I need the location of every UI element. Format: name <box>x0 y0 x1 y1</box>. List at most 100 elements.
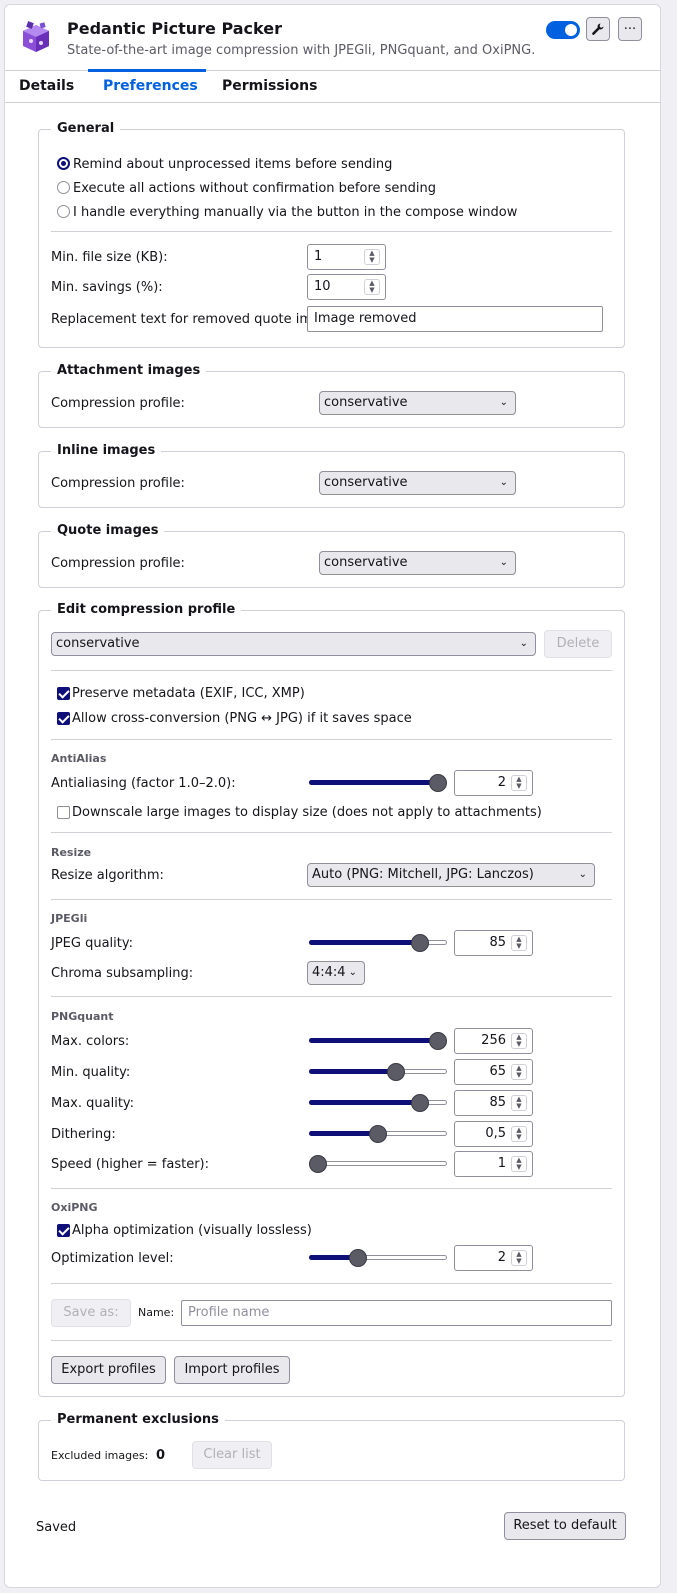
remind-radio[interactable] <box>57 157 70 170</box>
chevron-down-icon: ⌄ <box>519 638 528 649</box>
active-tab-indicator <box>88 69 206 72</box>
more-options-button[interactable]: ··· <box>618 17 642 41</box>
dithering-label: Dithering: <box>51 1127 116 1142</box>
remind-label[interactable]: Remind about unprocessed items before se… <box>73 157 392 172</box>
slider-fill <box>309 780 438 785</box>
manual-radio[interactable] <box>57 205 70 218</box>
max-colors-slider[interactable] <box>309 1030 447 1052</box>
preserve-metadata-checkbox[interactable] <box>57 687 70 700</box>
optimization-level-input[interactable]: 2 ▲ ▼ <box>454 1245 533 1271</box>
downscale-checkbox[interactable] <box>57 806 70 819</box>
tab-permissions[interactable]: Permissions <box>222 78 317 94</box>
spin-icon[interactable]: ▲ ▼ <box>511 1126 527 1142</box>
spin-icon[interactable]: ▲ ▼ <box>511 1095 527 1111</box>
execute-radio[interactable] <box>57 181 70 194</box>
replacement-text-input[interactable]: Image removed <box>307 306 603 332</box>
exclusions-fieldset: Permanent exclusions Excluded images: 0 … <box>38 1412 625 1481</box>
dithering-slider[interactable] <box>309 1123 447 1145</box>
tab-details[interactable]: Details <box>19 78 74 94</box>
attachment-profile-select[interactable]: conservative ⌄ <box>319 391 516 415</box>
antialias-input[interactable]: 2 ▲ ▼ <box>454 770 533 796</box>
export-profiles-button[interactable]: Export profiles <box>51 1356 166 1384</box>
slider-fill <box>309 1131 378 1136</box>
resize-algorithm-label: Resize algorithm: <box>51 868 164 883</box>
slider-thumb[interactable] <box>348 1249 367 1267</box>
downscale-label[interactable]: Downscale large images to display size (… <box>72 805 542 820</box>
tab-preferences[interactable]: Preferences <box>103 78 198 94</box>
execute-label[interactable]: Execute all actions without confirmation… <box>73 181 436 196</box>
slider-fill <box>309 1100 420 1105</box>
dithering-input[interactable]: 0,5 ▲ ▼ <box>454 1121 533 1147</box>
spin-icon[interactable]: ▲ ▼ <box>511 1064 527 1080</box>
divider <box>51 231 612 232</box>
slider-thumb[interactable] <box>369 1125 387 1143</box>
spin-icon[interactable]: ▲ ▼ <box>511 1250 527 1266</box>
antialias-slider[interactable] <box>309 772 447 794</box>
min-savings-input[interactable]: 10 ▲ ▼ <box>307 274 386 300</box>
save-as-button[interactable]: Save as: <box>51 1299 131 1327</box>
clear-list-button[interactable]: Clear list <box>192 1441 272 1469</box>
max-colors-input[interactable]: 256 ▲ ▼ <box>454 1028 533 1054</box>
min-savings-label: Min. savings (%): <box>51 280 163 295</box>
manual-label[interactable]: I handle everything manually via the but… <box>73 205 517 220</box>
min-file-size-label: Min. file size (KB): <box>51 250 168 265</box>
delete-profile-button[interactable]: Delete <box>544 630 612 658</box>
jpeg-quality-input[interactable]: 85 ▲ ▼ <box>454 930 533 956</box>
quote-profile-label: Compression profile: <box>51 556 185 571</box>
pngquant-heading: PNGquant <box>51 1010 114 1023</box>
chevron-down-icon: ⌄ <box>499 397 508 408</box>
slider-thumb[interactable] <box>411 934 429 952</box>
min-file-size-input[interactable]: 1 ▲ ▼ <box>307 244 386 270</box>
profile-name-input[interactable]: Profile name <box>181 1300 612 1326</box>
min-quality-input[interactable]: 65 ▲ ▼ <box>454 1059 533 1085</box>
min-quality-value: 65 <box>489 1064 506 1079</box>
spin-icon[interactable]: ▲ ▼ <box>364 249 380 265</box>
enable-toggle[interactable] <box>546 21 580 39</box>
import-profiles-button[interactable]: Import profiles <box>174 1356 290 1384</box>
cross-conversion-checkbox[interactable] <box>57 712 70 725</box>
spin-icon[interactable]: ▲ ▼ <box>511 1156 527 1172</box>
spin-icon[interactable]: ▲ ▼ <box>511 1033 527 1049</box>
max-quality-input[interactable]: 85 ▲ ▼ <box>454 1090 533 1116</box>
reset-to-default-button[interactable]: Reset to default <box>504 1512 626 1540</box>
antialias-label: Antialiasing (factor 1.0–2.0): <box>51 776 236 791</box>
edit-profile-select[interactable]: conservative ⌄ <box>51 632 536 656</box>
toggle-knob <box>565 24 577 36</box>
divider <box>51 1283 612 1284</box>
inline-fieldset: Inline images Compression profile: conse… <box>38 443 625 508</box>
slider-thumb[interactable] <box>309 1155 327 1173</box>
quote-profile-value: conservative <box>324 555 408 570</box>
slider-thumb[interactable] <box>411 1094 429 1112</box>
optimization-level-slider[interactable] <box>309 1247 447 1269</box>
spin-icon[interactable]: ▲ ▼ <box>511 935 527 951</box>
wrench-icon <box>592 23 604 35</box>
alpha-optimization-checkbox[interactable] <box>57 1224 70 1237</box>
jpeg-quality-label: JPEG quality: <box>51 936 133 951</box>
addon-title: Pedantic Picture Packer <box>67 19 282 38</box>
quote-profile-select[interactable]: conservative ⌄ <box>319 551 516 575</box>
slider-thumb[interactable] <box>429 774 447 792</box>
cross-conversion-label[interactable]: Allow cross-conversion (PNG ↔ JPG) if it… <box>72 711 412 726</box>
spin-icon[interactable]: ▲ ▼ <box>511 775 527 791</box>
spin-icon[interactable]: ▲ ▼ <box>364 279 380 295</box>
jpeg-quality-value: 85 <box>489 935 506 950</box>
resize-algorithm-value: Auto (PNG: Mitchell, JPG: Lanczos) <box>312 867 534 882</box>
max-quality-slider[interactable] <box>309 1092 447 1114</box>
chroma-select[interactable]: 4:4:4 ⌄ <box>307 961 365 985</box>
min-quality-slider[interactable] <box>309 1061 447 1083</box>
resize-algorithm-select[interactable]: Auto (PNG: Mitchell, JPG: Lanczos) ⌄ <box>307 863 595 887</box>
jpeg-quality-slider[interactable] <box>309 932 447 954</box>
slider-thumb[interactable] <box>387 1063 405 1081</box>
inline-profile-select[interactable]: conservative ⌄ <box>319 471 516 495</box>
speed-input[interactable]: 1 ▲ ▼ <box>454 1151 533 1177</box>
attachment-legend: Attachment images <box>51 363 207 378</box>
settings-button[interactable] <box>586 17 610 41</box>
slider-thumb[interactable] <box>429 1032 447 1050</box>
divider <box>51 1340 612 1341</box>
chevron-down-icon: ⌄ <box>578 869 587 880</box>
preserve-metadata-label[interactable]: Preserve metadata (EXIF, ICC, XMP) <box>72 686 305 701</box>
alpha-optimization-label[interactable]: Alpha optimization (visually lossless) <box>72 1223 312 1238</box>
speed-slider[interactable] <box>309 1153 447 1175</box>
jpegli-heading: JPEGli <box>51 912 88 925</box>
slider-fill <box>309 1069 396 1074</box>
